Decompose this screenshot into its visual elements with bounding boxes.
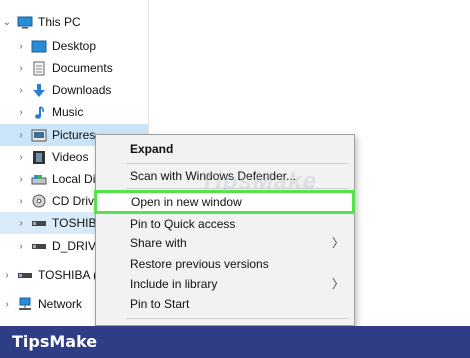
chevron-right-icon[interactable]: ›: [14, 85, 28, 96]
menu-item-label: Include in library: [130, 277, 218, 291]
menu-item-label: Pin to Start: [130, 297, 190, 311]
menu-item-label: Expand: [130, 142, 174, 156]
tree-item-documents[interactable]: › Documents: [0, 57, 162, 79]
chevron-right-icon[interactable]: ›: [14, 107, 28, 118]
tree-item-label: Videos: [52, 150, 89, 164]
chevron-right-icon[interactable]: ›: [14, 174, 28, 185]
tree-item-this-pc[interactable]: ⌄ This PC: [0, 11, 148, 33]
menu-item-include-library[interactable]: Include in library 〉: [96, 274, 354, 294]
tree-item-music[interactable]: › Music: [0, 101, 162, 123]
tree-item-desktop[interactable]: › Desktop: [0, 35, 162, 57]
menu-item-pin-start[interactable]: Pin to Start: [96, 294, 354, 314]
tree-item-label: Network: [38, 297, 83, 311]
watermark-subtext: .com: [296, 182, 314, 191]
tree-item-label: Documents: [52, 61, 113, 75]
chevron-right-icon[interactable]: ›: [14, 152, 28, 163]
context-menu: Expand Scan with Windows Defender... Ope…: [94, 134, 355, 326]
chevron-right-icon[interactable]: ›: [14, 241, 28, 252]
chevron-right-icon[interactable]: ›: [14, 41, 28, 52]
desktop-folder-icon: [31, 39, 47, 53]
chevron-right-icon[interactable]: ›: [0, 299, 14, 310]
footer-banner: TipsMake: [0, 326, 470, 358]
menu-item-label: Open in new window: [131, 195, 242, 209]
menu-separator: [126, 318, 348, 319]
tree-item-downloads[interactable]: › Downloads: [0, 79, 162, 101]
chevron-right-icon[interactable]: ›: [14, 196, 28, 207]
local-disk-icon: [31, 172, 47, 186]
usb-drive-icon: [17, 268, 33, 282]
menu-item-restore-previous[interactable]: Restore previous versions: [96, 254, 354, 274]
cd-drive-icon: [31, 194, 47, 208]
chevron-right-icon: 〉: [331, 277, 344, 291]
menu-separator: [126, 163, 348, 164]
pictures-folder-icon: [31, 128, 47, 142]
tree-item-label: Music: [52, 105, 84, 119]
menu-item-pin-quick-access[interactable]: Pin to Quick access: [96, 214, 354, 234]
chevron-right-icon[interactable]: ›: [14, 130, 28, 141]
videos-folder-icon: [31, 150, 47, 164]
chevron-down-icon[interactable]: ⌄: [0, 17, 14, 28]
menu-item-expand[interactable]: Expand: [96, 139, 354, 159]
chevron-right-icon: 〉: [331, 236, 344, 250]
chevron-right-icon[interactable]: ›: [14, 63, 28, 74]
brand-logo: TipsMake: [12, 332, 98, 351]
tree-item-label: Downloads: [52, 83, 112, 97]
downloads-folder-icon: [31, 83, 47, 97]
drive-icon: [31, 239, 47, 253]
chevron-right-icon[interactable]: ›: [0, 270, 14, 281]
tree-item-label: Desktop: [52, 39, 97, 53]
menu-item-share-with[interactable]: Share with 〉: [96, 233, 354, 253]
network-icon: [17, 297, 33, 311]
menu-item-label: Pin to Quick access: [130, 217, 236, 231]
tree-item-label: TOSHIBA (: [38, 268, 98, 282]
documents-folder-icon: [31, 61, 47, 75]
menu-item-label: Restore previous versions: [130, 257, 269, 271]
this-pc-icon: [17, 15, 33, 29]
tree-item-label: Pictures: [52, 128, 96, 142]
tree-item-label: This PC: [38, 15, 81, 29]
menu-item-label: Share with: [130, 236, 187, 250]
chevron-right-icon[interactable]: ›: [14, 218, 28, 229]
music-folder-icon: [31, 105, 47, 119]
usb-drive-icon: [31, 216, 47, 230]
